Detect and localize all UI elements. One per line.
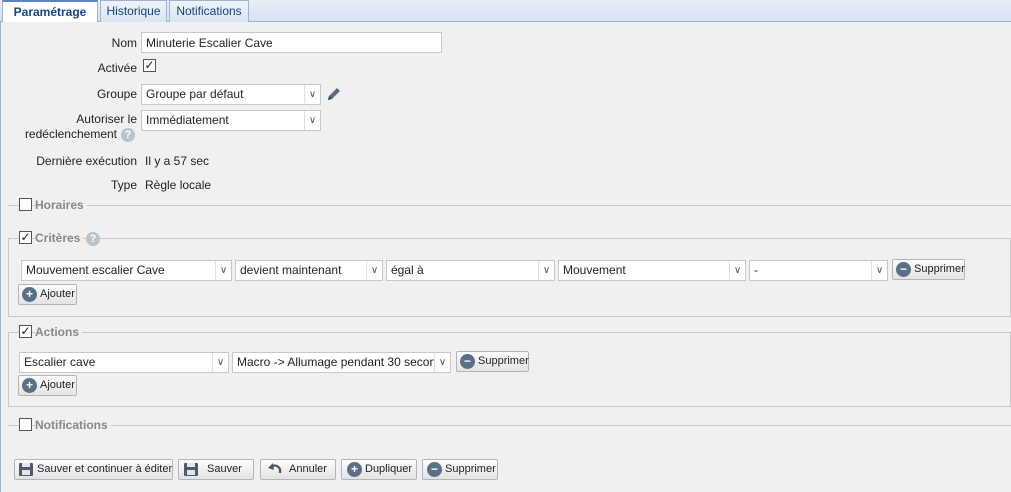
chevron-down-icon[interactable]: ∨: [434, 353, 450, 372]
criteria-delete-button[interactable]: − Supprimer: [892, 259, 965, 280]
criteria-checkbox[interactable]: ✓: [19, 231, 32, 244]
last-execution-value: Il y a 57 sec: [145, 154, 210, 168]
edit-pencil-icon[interactable]: [325, 85, 343, 103]
criteria-device-value: Mouvement escalier Cave: [26, 263, 165, 277]
group-select-value: Groupe par défaut: [146, 87, 244, 101]
action-select[interactable]: Macro -> Allumage pendant 30 secondes ∨: [232, 352, 451, 373]
chevron-down-icon[interactable]: ∨: [366, 261, 382, 280]
criteria-extra-select[interactable]: - ∨: [749, 260, 888, 281]
criteria-condition-select[interactable]: devient maintenant ∨: [235, 260, 383, 281]
notifications-checkbox[interactable]: [19, 418, 32, 431]
plus-circle-icon: +: [22, 378, 37, 393]
cancel-button[interactable]: Annuler: [260, 459, 336, 480]
chevron-down-icon[interactable]: ∨: [212, 353, 228, 372]
retrigger-select[interactable]: Immédiatement ∨: [141, 110, 321, 131]
tab-notifications[interactable]: Notifications: [169, 0, 249, 22]
chevron-down-icon[interactable]: ∨: [871, 261, 887, 280]
duplicate-button[interactable]: + Dupliquer: [341, 459, 417, 480]
plus-circle-icon: +: [22, 287, 37, 302]
minus-circle-icon: −: [427, 462, 442, 477]
action-target-value: Escalier cave: [24, 355, 96, 369]
cancel-label: Annuler: [289, 463, 327, 475]
schedules-title: Horaires: [35, 198, 87, 212]
criteria-value-select[interactable]: Mouvement ∨: [558, 260, 746, 281]
save-label: Sauver: [207, 463, 242, 475]
criteria-title: Critères: [35, 231, 84, 245]
criteria-device-select[interactable]: Mouvement escalier Cave ∨: [21, 260, 232, 281]
group-label: Groupe: [96, 87, 137, 101]
type-value: Règle locale: [145, 178, 212, 192]
retrigger-label-line2: redéclenchement: [24, 127, 117, 141]
tab-bar: Paramétrage Historique Notifications: [0, 0, 1011, 23]
minus-circle-icon: −: [896, 262, 911, 277]
action-delete-button[interactable]: − Supprimer: [456, 351, 529, 372]
action-target-select[interactable]: Escalier cave ∨: [19, 352, 229, 373]
retrigger-select-value: Immédiatement: [146, 113, 229, 127]
duplicate-label: Dupliquer: [365, 463, 413, 475]
criteria-value-value: Mouvement: [563, 263, 626, 277]
minus-circle-icon: −: [460, 354, 475, 369]
action-value: Macro -> Allumage pendant 30 secondes: [237, 355, 451, 369]
action-add-button[interactable]: + Ajouter: [18, 375, 77, 396]
notifications-title: Notifications: [35, 418, 111, 432]
actions-title: Actions: [35, 325, 83, 339]
tab-parametrage[interactable]: Paramétrage: [2, 0, 98, 23]
chevron-down-icon[interactable]: ∨: [215, 261, 231, 280]
enabled-label: Activée: [97, 61, 137, 75]
name-label: Nom: [111, 36, 137, 50]
delete-button[interactable]: − Supprimer: [422, 459, 498, 480]
delete-label: Supprimer: [445, 463, 496, 475]
chevron-down-icon[interactable]: ∨: [304, 111, 320, 130]
criteria-condition-value: devient maintenant: [240, 263, 342, 277]
criteria-extra-value: -: [754, 263, 758, 277]
enabled-checkbox[interactable]: ✓: [143, 59, 156, 72]
plus-circle-icon: +: [347, 462, 362, 477]
criteria-operator-select[interactable]: égal à ∨: [386, 260, 555, 281]
criteria-delete-label: Supprimer: [914, 263, 965, 275]
criteria-add-label: Ajouter: [40, 288, 75, 300]
action-add-label: Ajouter: [40, 379, 75, 391]
schedules-divider: [8, 205, 1011, 206]
last-execution-label: Dernière exécution: [36, 154, 137, 168]
actions-checkbox[interactable]: ✓: [19, 325, 32, 338]
help-icon[interactable]: ?: [86, 232, 100, 246]
action-delete-label: Supprimer: [478, 355, 529, 367]
chevron-down-icon[interactable]: ∨: [538, 261, 554, 280]
help-icon[interactable]: ?: [121, 128, 135, 142]
criteria-operator-value: égal à: [391, 263, 424, 277]
save-button[interactable]: Sauver: [178, 459, 254, 480]
tab-historique[interactable]: Historique: [100, 0, 167, 22]
type-label: Type: [110, 178, 137, 192]
chevron-down-icon[interactable]: ∨: [304, 85, 320, 104]
group-select[interactable]: Groupe par défaut ∨: [141, 84, 321, 105]
notifications-divider: [8, 425, 1011, 426]
undo-icon: [267, 462, 283, 478]
name-input[interactable]: Minuterie Escalier Cave: [141, 32, 442, 53]
save-continue-label: Sauver et continuer à éditer: [37, 463, 173, 475]
floppy-disk-icon: [184, 463, 198, 476]
save-continue-button[interactable]: Sauver et continuer à éditer: [14, 459, 173, 480]
retrigger-label-line1: Autoriser le: [76, 112, 137, 126]
schedules-checkbox[interactable]: [19, 198, 32, 211]
chevron-down-icon[interactable]: ∨: [729, 261, 745, 280]
criteria-add-button[interactable]: + Ajouter: [18, 284, 77, 305]
floppy-disk-icon: [19, 463, 33, 476]
